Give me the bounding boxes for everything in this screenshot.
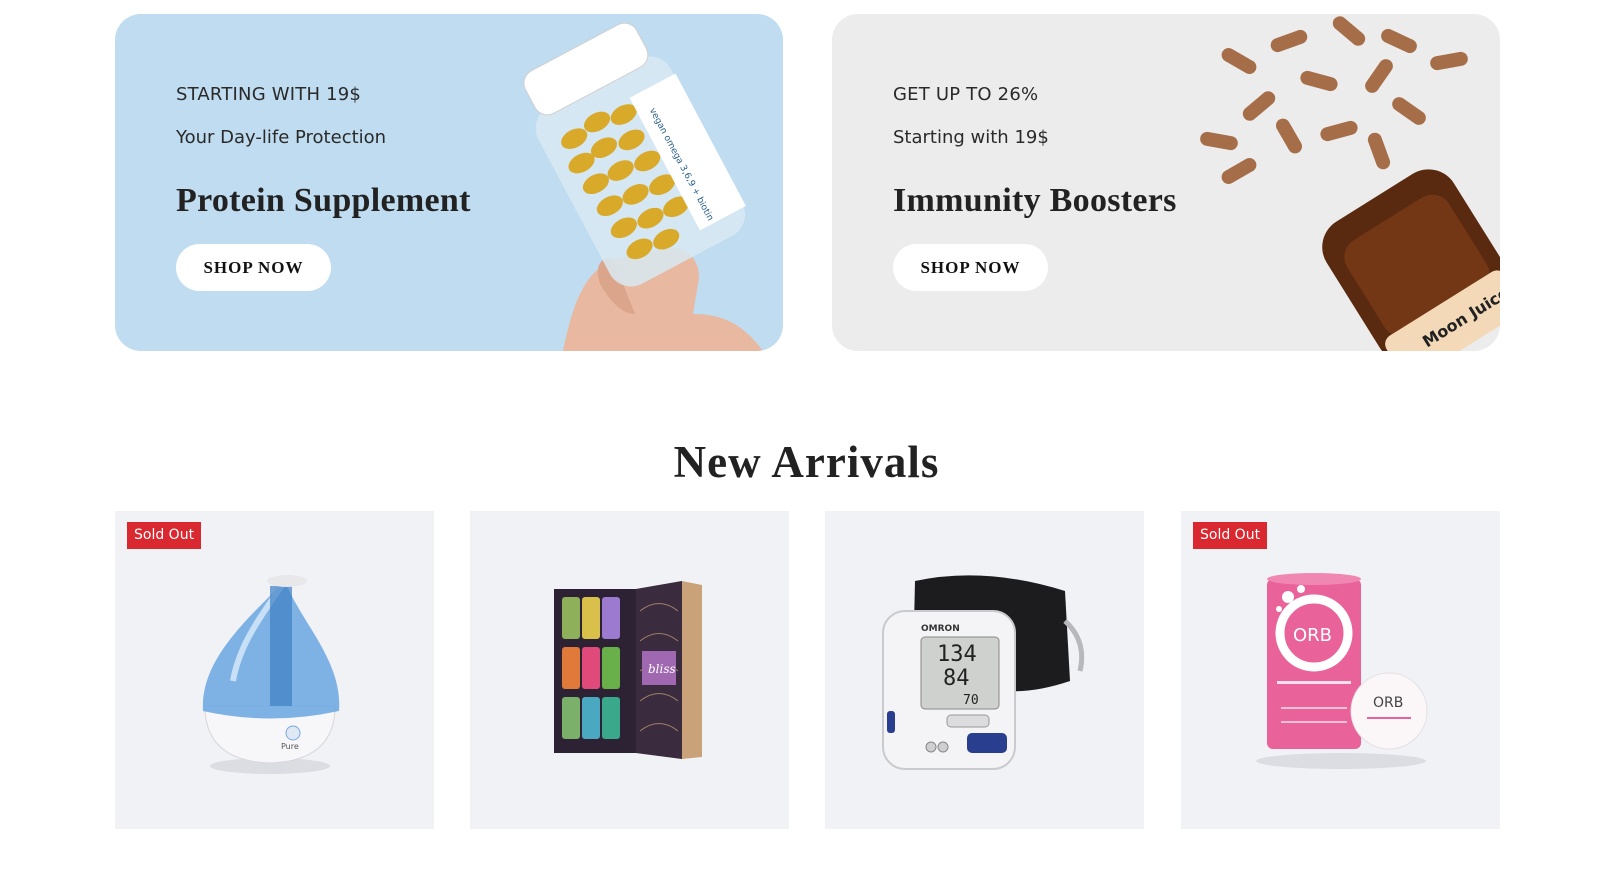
sold-out-badge: Sold Out xyxy=(127,522,202,549)
banner-kicker: STARTING WITH 19$ xyxy=(176,84,362,105)
svg-text:ORB: ORB xyxy=(1293,625,1332,646)
orb-collagen-image: ORB ORB xyxy=(1256,573,1428,769)
shop-now-button[interactable]: SHOP NOW xyxy=(176,244,331,291)
supplement-bottle-image: vegan omega 3,6,9 + biotin xyxy=(523,22,763,351)
product-card[interactable]: ORB ORB Sold Out xyxy=(1181,511,1500,829)
humidifier-image: Pure xyxy=(202,575,340,774)
promo-banner-protein: vegan omega 3,6,9 + biotin STARTING WITH… xyxy=(115,14,783,351)
section-title: New Arrivals xyxy=(673,437,940,487)
capsules-jar-image: Moon Juice xyxy=(1200,16,1500,351)
systolic-readout: 134 xyxy=(937,642,977,667)
essential-oils-set-image: bliss xyxy=(554,581,702,759)
svg-text:Pure: Pure xyxy=(281,742,299,751)
sold-out-badge: Sold Out xyxy=(1193,522,1268,549)
banner-tagline: Starting with 19$ xyxy=(893,127,1049,148)
blood-pressure-monitor-image: OMRON 134 84 70 xyxy=(882,575,1085,770)
product-card[interactable]: OMRON 134 84 70 xyxy=(825,511,1144,829)
banner-tagline: Your Day-life Protection xyxy=(176,127,387,148)
diastolic-readout: 84 xyxy=(943,666,970,691)
svg-text:bliss: bliss xyxy=(648,662,676,676)
banner-title: Immunity Boosters xyxy=(893,182,1177,219)
product-card[interactable]: bliss xyxy=(470,511,789,829)
pulse-readout: 70 xyxy=(963,693,979,708)
svg-text:ORB: ORB xyxy=(1373,695,1403,711)
product-card[interactable]: Pure Sold Out xyxy=(115,511,434,829)
svg-text:OMRON: OMRON xyxy=(921,624,960,634)
promo-banner-immunity: Moon Juice GET UP TO 26% Starting with 1… xyxy=(832,14,1500,351)
banner-title: Protein Supplement xyxy=(176,182,471,219)
banner-kicker: GET UP TO 26% xyxy=(893,84,1039,105)
shop-now-button[interactable]: SHOP NOW xyxy=(893,244,1048,291)
